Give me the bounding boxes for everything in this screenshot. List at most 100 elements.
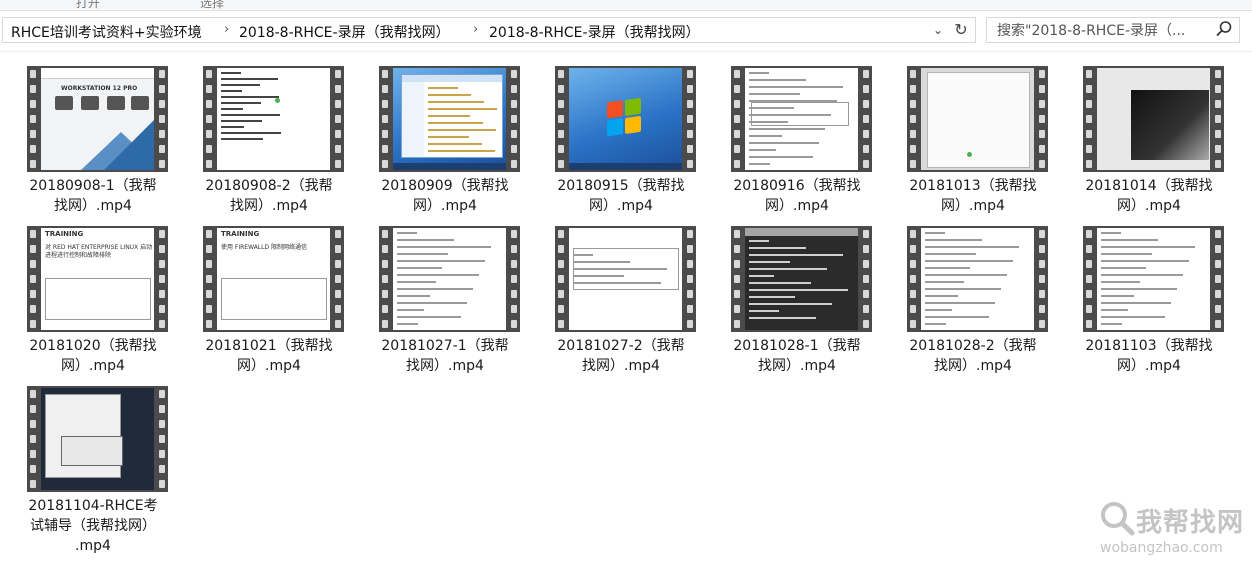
video-thumbnail[interactable] xyxy=(1083,66,1224,172)
thumb-caption: WORKSTATION 12 PRO xyxy=(61,85,138,92)
film-strip-icon xyxy=(555,66,567,172)
film-strip-icon xyxy=(684,226,696,332)
video-file-item[interactable]: 20181028-1（我帮 找网）.mp4 xyxy=(709,216,885,376)
thumbnail-preview xyxy=(921,228,1034,330)
breadcrumb-separator-icon[interactable]: › xyxy=(473,22,478,37)
ribbon-open-label[interactable]: 打开 xyxy=(76,0,100,11)
film-strip-icon xyxy=(203,226,215,332)
search-input[interactable] xyxy=(995,21,1204,41)
video-thumbnail[interactable] xyxy=(203,66,344,172)
file-name[interactable]: 20181014（我帮找 网）.mp4 xyxy=(1061,176,1237,216)
file-name-line: 20181028-1（我帮 xyxy=(733,338,861,354)
video-file-item[interactable]: 20181027-2（我帮 找网）.mp4 xyxy=(533,216,709,376)
film-strip-icon xyxy=(1083,66,1095,172)
file-name[interactable]: 20181104-RHCE考 试辅导（我帮找网） .mp4 xyxy=(5,496,181,556)
video-file-item[interactable]: 20181013（我帮找 网）.mp4 xyxy=(885,56,1061,216)
refresh-icon[interactable]: ↻ xyxy=(951,20,971,40)
file-name-line: 网）.mp4 xyxy=(1117,358,1181,374)
video-file-item[interactable]: 20181027-1（我帮 找网）.mp4 xyxy=(357,216,533,376)
breadcrumb-item-folder[interactable]: 2018-8-RHCE-录屏（我帮找网） xyxy=(239,22,450,42)
file-name-line: 网）.mp4 xyxy=(941,198,1005,214)
breadcrumb-item-root[interactable]: RHCE培训考试资料+实验环境 xyxy=(11,22,202,42)
file-name-line: .mp4 xyxy=(75,538,111,554)
film-strip-icon xyxy=(555,226,567,332)
thumbnail-preview xyxy=(921,68,1034,170)
video-file-item[interactable]: 20180909（我帮找 网）.mp4 xyxy=(357,56,533,216)
file-name-line: 网）.mp4 xyxy=(1117,198,1181,214)
film-strip-icon xyxy=(332,66,344,172)
file-name-line: 试辅导（我帮找网） xyxy=(30,518,156,534)
video-thumbnail[interactable] xyxy=(731,66,872,172)
video-thumbnail[interactable] xyxy=(731,226,872,332)
video-file-item[interactable]: 20180916（我帮找 网）.mp4 xyxy=(709,56,885,216)
file-name[interactable]: 20181028-2（我帮 找网）.mp4 xyxy=(885,336,1061,376)
film-strip-icon xyxy=(1036,66,1048,172)
video-file-item[interactable]: 20181104-RHCE考 试辅导（我帮找网） .mp4 xyxy=(5,376,181,554)
video-file-item[interactable]: 20181014（我帮找 网）.mp4 xyxy=(1061,56,1237,216)
file-name[interactable]: 20181027-1（我帮 找网）.mp4 xyxy=(357,336,533,376)
video-thumbnail[interactable] xyxy=(27,386,168,492)
file-name[interactable]: 20180916（我帮找 网）.mp4 xyxy=(709,176,885,216)
file-name[interactable]: 20181103（我帮找 网）.mp4 xyxy=(1061,336,1237,376)
video-thumbnail[interactable] xyxy=(555,226,696,332)
file-name-line: 20181013（我帮找 xyxy=(909,178,1037,194)
ribbon-select-label[interactable]: 选择 xyxy=(200,0,224,11)
file-name[interactable]: 20180908-1（我帮 找网）.mp4 xyxy=(5,176,181,216)
file-name-line: 20181104-RHCE考 xyxy=(28,498,158,514)
video-thumbnail[interactable] xyxy=(379,66,520,172)
thumbnail-preview: WORKSTATION 12 PRO xyxy=(41,68,154,170)
file-name-line: 20180908-1（我帮 xyxy=(29,178,157,194)
file-name[interactable]: 20181013（我帮找 网）.mp4 xyxy=(885,176,1061,216)
thumb-caption: 使用 FIREWALLD 限制网络通信 xyxy=(221,244,308,251)
video-thumbnail[interactable] xyxy=(1083,226,1224,332)
video-thumbnail[interactable] xyxy=(907,66,1048,172)
file-name[interactable]: 20180909（我帮找 网）.mp4 xyxy=(357,176,533,216)
file-name[interactable]: 20180915（我帮找 网）.mp4 xyxy=(533,176,709,216)
video-file-item[interactable]: 20180915（我帮找 网）.mp4 xyxy=(533,56,709,216)
file-name-line: 找网）.mp4 xyxy=(758,358,836,374)
file-name-line: 20181027-1（我帮 xyxy=(381,338,509,354)
thumbnail-preview xyxy=(1097,68,1210,170)
film-strip-icon xyxy=(860,66,872,172)
video-thumbnail[interactable] xyxy=(555,66,696,172)
file-name[interactable]: 20181020（我帮找 网）.mp4 xyxy=(5,336,181,376)
file-name-line: 20180909（我帮找 xyxy=(381,178,509,194)
video-file-item[interactable]: TRAINING 对 RED HAT ENTERPRISE LINUX 启动进程进… xyxy=(5,216,181,376)
thumbnail-preview xyxy=(393,68,506,170)
video-thumbnail[interactable] xyxy=(379,226,520,332)
video-thumbnail[interactable]: TRAINING 使用 FIREWALLD 限制网络通信 xyxy=(203,226,344,332)
file-name-line: 找网）.mp4 xyxy=(406,358,484,374)
video-file-item[interactable]: WORKSTATION 12 PRO 20180908-1（我帮 找网）.mp4 xyxy=(5,56,181,216)
film-strip-icon xyxy=(203,66,215,172)
chevron-down-icon[interactable]: ⌄ xyxy=(929,21,947,39)
file-name[interactable]: 20180908-2（我帮 找网）.mp4 xyxy=(181,176,357,216)
file-name-line: 网）.mp4 xyxy=(237,358,301,374)
video-thumbnail[interactable]: WORKSTATION 12 PRO xyxy=(27,66,168,172)
address-bar[interactable]: RHCE培训考试资料+实验环境 › 2018-8-RHCE-录屏（我帮找网） ›… xyxy=(2,17,976,43)
film-strip-icon xyxy=(1212,226,1224,332)
film-strip-icon xyxy=(27,386,39,492)
breadcrumb-item-current[interactable]: 2018-8-RHCE-录屏（我帮找网） xyxy=(489,22,700,42)
film-strip-icon xyxy=(508,226,520,332)
film-strip-icon xyxy=(860,226,872,332)
video-thumbnail[interactable]: TRAINING 对 RED HAT ENTERPRISE LINUX 启动进程进… xyxy=(27,226,168,332)
film-strip-icon xyxy=(508,66,520,172)
video-file-item[interactable]: 20181028-2（我帮 找网）.mp4 xyxy=(885,216,1061,376)
film-strip-icon xyxy=(27,66,39,172)
file-name-line: 20181103（我帮找 xyxy=(1085,338,1213,354)
thumbnail-preview xyxy=(745,68,858,170)
thumb-caption: 对 RED HAT ENTERPRISE LINUX 启动进程进行控制和故障排除 xyxy=(45,244,153,259)
file-name[interactable]: 20181021（我帮找 网）.mp4 xyxy=(181,336,357,376)
film-strip-icon xyxy=(907,226,919,332)
file-name[interactable]: 20181027-2（我帮 找网）.mp4 xyxy=(533,336,709,376)
video-file-item[interactable]: 20181103（我帮找 网）.mp4 xyxy=(1061,216,1237,376)
breadcrumb-separator-icon[interactable]: › xyxy=(224,22,229,37)
video-thumbnail[interactable] xyxy=(907,226,1048,332)
file-name[interactable]: 20181028-1（我帮 找网）.mp4 xyxy=(709,336,885,376)
thumb-caption: TRAINING xyxy=(45,230,84,238)
video-file-item[interactable]: 20180908-2（我帮 找网）.mp4 xyxy=(181,56,357,216)
video-file-item[interactable]: TRAINING 使用 FIREWALLD 限制网络通信 20181021（我帮找网… xyxy=(181,216,357,376)
thumbnail-preview xyxy=(745,228,858,330)
search-icon[interactable] xyxy=(1215,20,1233,38)
search-box[interactable] xyxy=(986,17,1240,43)
